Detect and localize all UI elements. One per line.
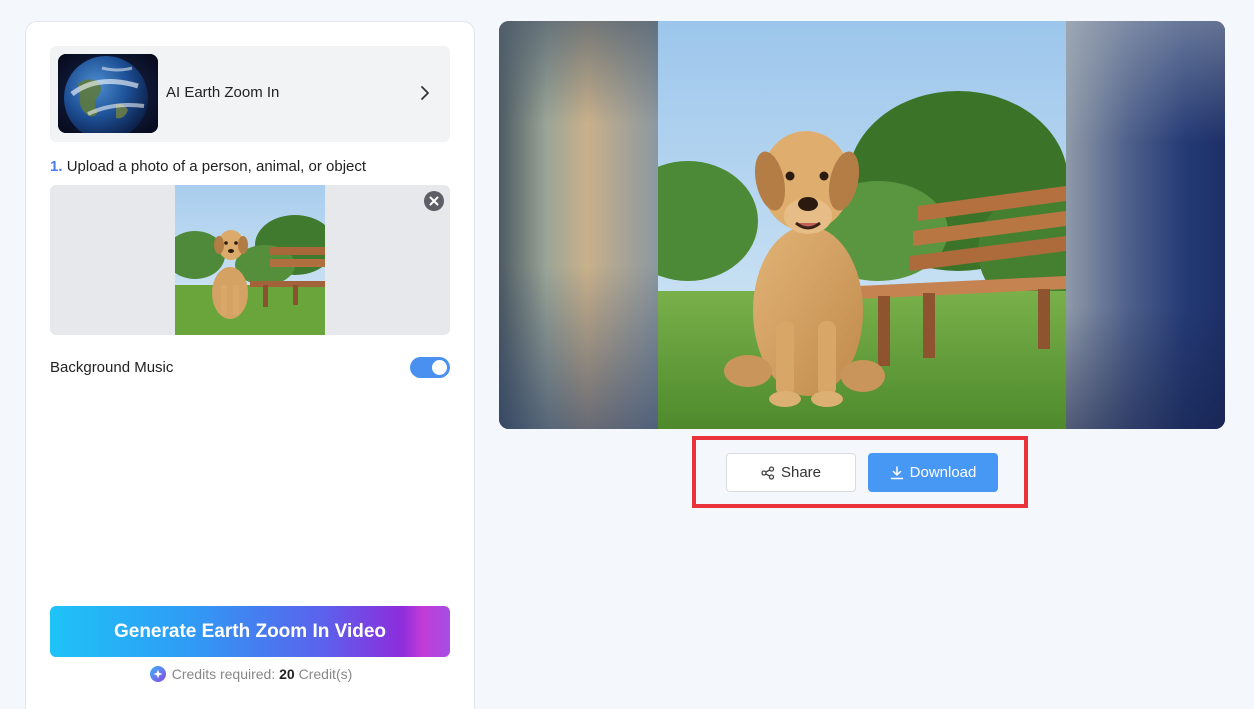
- step-text: Upload a photo of a person, animal, or o…: [66, 158, 367, 175]
- remove-photo-button[interactable]: [424, 191, 444, 211]
- tool-title: AI Earth Zoom In: [166, 84, 280, 101]
- upload-step-label: 1. Upload a photo of a person, animal, o…: [50, 158, 366, 175]
- preview-blur-left: [499, 21, 659, 429]
- tool-selector-card[interactable]: AI Earth Zoom In: [50, 46, 450, 142]
- preview-blur-right: [1066, 21, 1225, 429]
- credits-amount: 20: [279, 666, 295, 682]
- background-music-toggle[interactable]: [410, 357, 450, 378]
- upload-area[interactable]: [50, 185, 450, 335]
- credits-suffix: Credit(s): [298, 666, 353, 682]
- settings-panel: AI Earth Zoom In 1. Upload a photo of a …: [25, 21, 475, 709]
- result-image: [658, 21, 1066, 429]
- background-music-label: Background Music: [50, 359, 174, 376]
- uploaded-photo: [175, 185, 325, 335]
- chevron-right-icon: [421, 86, 429, 100]
- credits-info: Credits required: 20 Credit(s): [26, 666, 476, 682]
- share-icon: [761, 465, 775, 480]
- sparkle-icon: [149, 666, 166, 682]
- generate-video-button[interactable]: Generate Earth Zoom In Video: [50, 606, 450, 657]
- download-icon: [890, 465, 903, 479]
- download-button[interactable]: Download: [868, 453, 998, 492]
- download-label: Download: [909, 464, 977, 481]
- video-preview: [499, 21, 1225, 429]
- earth-thumbnail: [58, 54, 158, 133]
- close-icon: [429, 196, 439, 206]
- share-label: Share: [780, 464, 822, 481]
- step-number: 1.: [50, 158, 63, 175]
- credits-prefix: Credits required:: [171, 666, 276, 682]
- earth-globe-icon: [58, 54, 158, 133]
- share-button[interactable]: Share: [726, 453, 856, 492]
- toggle-knob: [432, 360, 447, 375]
